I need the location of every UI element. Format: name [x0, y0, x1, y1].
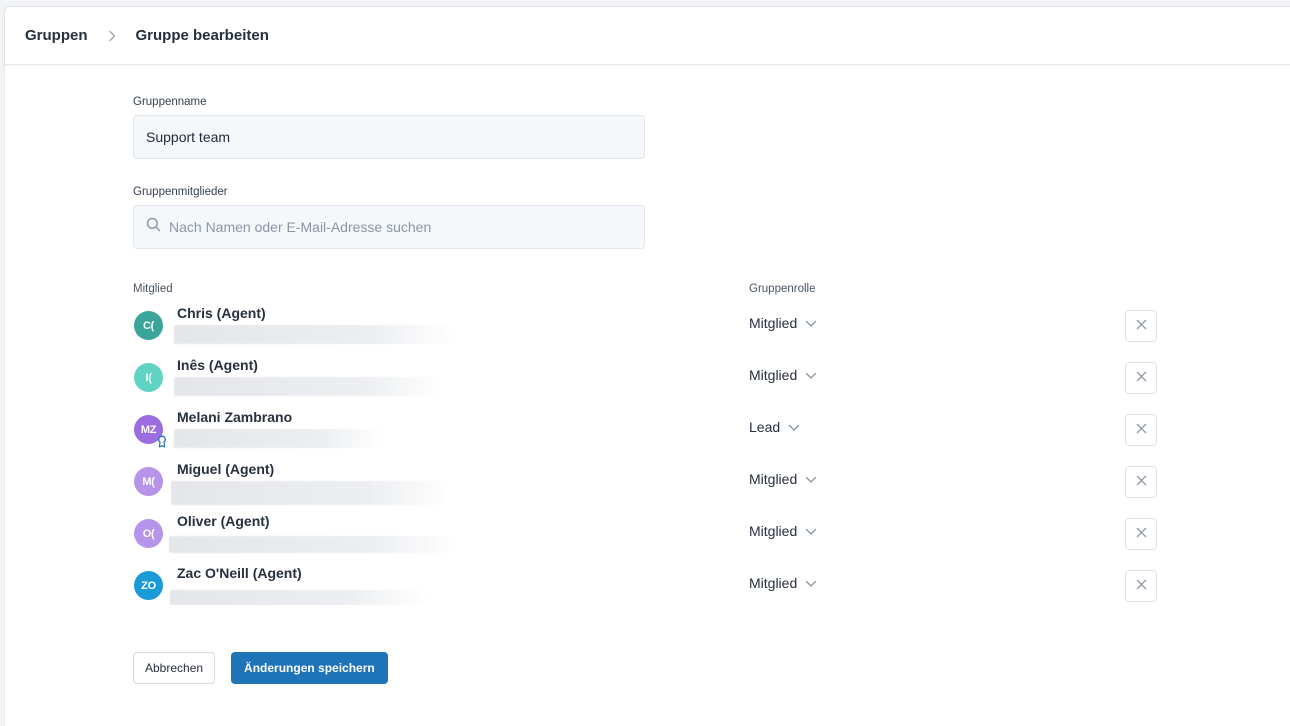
- role-value: Mitglied: [749, 471, 798, 487]
- close-icon: [1136, 421, 1147, 439]
- close-icon: [1136, 473, 1147, 491]
- member-name: Melani Zambrano: [177, 409, 293, 425]
- role-value: Lead: [749, 419, 781, 435]
- column-header-role: Gruppenrolle: [749, 283, 816, 295]
- role-value: Mitglied: [749, 367, 798, 383]
- remove-member-button[interactable]: [1125, 362, 1157, 394]
- group-name-field[interactable]: Support team: [133, 115, 645, 159]
- role-dropdown[interactable]: Mitglied: [749, 367, 817, 383]
- avatar: C(: [134, 311, 163, 340]
- member-name: Miguel (Agent): [177, 461, 275, 477]
- role-dropdown[interactable]: Mitglied: [749, 471, 817, 487]
- avatar: M(: [134, 467, 163, 496]
- member-row: MZ Melani Zambrano Lead: [133, 407, 1163, 459]
- page-header: Gruppen Gruppe bearbeiten: [5, 7, 1290, 65]
- breadcrumb-parent[interactable]: Gruppen: [25, 27, 88, 44]
- members-table-header: Mitglied Gruppenrolle: [133, 283, 1163, 303]
- close-icon: [1136, 369, 1147, 387]
- chevron-down-icon: [805, 367, 817, 383]
- redacted-email: [170, 590, 428, 605]
- avatar: ZO: [134, 571, 163, 600]
- member-name: Oliver (Agent): [177, 513, 270, 529]
- member-row: I( Inês (Agent) Mitglied: [133, 355, 1163, 407]
- redacted-email: [171, 481, 451, 505]
- close-icon: [1136, 577, 1147, 595]
- member-search-input[interactable]: [169, 219, 629, 235]
- role-value: Mitglied: [749, 315, 798, 331]
- member-name: Inês (Agent): [177, 357, 258, 373]
- redacted-email: [174, 325, 454, 344]
- avatar: O(: [134, 519, 163, 548]
- cancel-button[interactable]: Abbrechen: [133, 652, 216, 684]
- avatar: I(: [134, 363, 163, 392]
- column-header-member: Mitglied: [133, 283, 173, 295]
- group-members-label: Gruppenmitglieder: [133, 186, 228, 198]
- group-name-label: Gruppenname: [133, 96, 207, 108]
- redacted-email: [174, 429, 384, 448]
- remove-member-button[interactable]: [1125, 414, 1157, 446]
- member-row: O( Oliver (Agent) Mitglied: [133, 511, 1163, 563]
- member-row: ZO Zac O'Neill (Agent) Mitglied: [133, 563, 1163, 615]
- role-dropdown[interactable]: Lead: [749, 419, 800, 435]
- group-edit-form: Gruppenname Support team Gruppenmitglied…: [133, 96, 1163, 684]
- remove-member-button[interactable]: [1125, 466, 1157, 498]
- save-changes-button[interactable]: Änderungen speichern: [231, 652, 388, 684]
- role-dropdown[interactable]: Mitglied: [749, 575, 817, 591]
- chevron-down-icon: [805, 315, 817, 331]
- members-list: C( Chris (Agent) Mitglied I( Inês (Agent…: [133, 303, 1163, 615]
- role-value: Mitglied: [749, 575, 798, 591]
- chevron-down-icon: [805, 471, 817, 487]
- member-row: C( Chris (Agent) Mitglied: [133, 303, 1163, 355]
- close-icon: [1136, 525, 1147, 543]
- chevron-down-icon: [805, 523, 817, 539]
- member-row: M( Miguel (Agent) Mitglied: [133, 459, 1163, 511]
- member-name: Chris (Agent): [177, 305, 266, 321]
- award-icon: [156, 434, 168, 448]
- redacted-email: [174, 377, 442, 396]
- close-icon: [1136, 317, 1147, 335]
- form-actions: Abbrechen Änderungen speichern: [133, 652, 388, 684]
- remove-member-button[interactable]: [1125, 518, 1157, 550]
- member-name: Zac O'Neill (Agent): [177, 565, 302, 581]
- remove-member-button[interactable]: [1125, 310, 1157, 342]
- chevron-right-icon: [108, 30, 116, 42]
- redacted-email: [169, 536, 457, 553]
- role-dropdown[interactable]: Mitglied: [749, 523, 817, 539]
- group-name-value: Support team: [146, 129, 231, 145]
- remove-member-button[interactable]: [1125, 570, 1157, 602]
- search-icon: [146, 217, 161, 237]
- chevron-down-icon: [788, 419, 800, 435]
- member-search-field[interactable]: [133, 205, 645, 249]
- breadcrumb-current: Gruppe bearbeiten: [135, 27, 269, 44]
- chevron-down-icon: [805, 575, 817, 591]
- role-dropdown[interactable]: Mitglied: [749, 315, 817, 331]
- role-value: Mitglied: [749, 523, 798, 539]
